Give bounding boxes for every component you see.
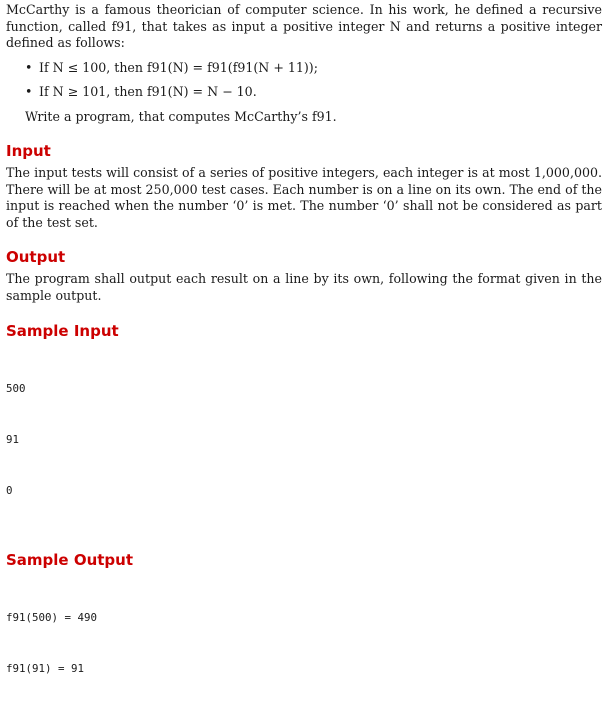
- output-description: The program shall output each result on …: [6, 271, 602, 303]
- bullet-icon: •: [25, 84, 33, 99]
- bullet-icon: •: [25, 59, 33, 75]
- sample-input-block: 500 91 0: [6, 346, 602, 533]
- sample-input-line: 0: [6, 484, 13, 497]
- sample-output-line: f91(91) = 91: [6, 662, 85, 675]
- input-description: The input tests will consist of a series…: [6, 165, 602, 230]
- sample-input-heading: Sample Input: [6, 322, 119, 340]
- sample-input-line: 500: [6, 382, 26, 395]
- rule-item: • If N ≤ 100, then f91(N) = f91(f91(N + …: [6, 60, 602, 77]
- sample-output-line: f91(500) = 490: [6, 611, 98, 624]
- sample-output-heading: Sample Output: [6, 551, 134, 569]
- sample-output-block: f91(500) = 490 f91(91) = 91: [6, 575, 602, 711]
- rule-text: If N ≥ 101, then f91(N) = N − 10.: [39, 84, 257, 99]
- output-heading: Output: [6, 248, 66, 266]
- rule-item: • If N ≥ 101, then f91(N) = N − 10.: [6, 84, 602, 101]
- rule-text: If N ≤ 100, then f91(N) = f91(f91(N + 11…: [39, 59, 318, 75]
- task-paragraph: Write a program, that computes McCarthy’…: [25, 108, 337, 124]
- rules-list: • If N ≤ 100, then f91(N) = f91(f91(N + …: [6, 60, 602, 101]
- sample-input-line: 91: [6, 433, 20, 446]
- intro-paragraph: McCarthy is a famous theorician of compu…: [6, 2, 602, 50]
- problem-statement: McCarthy is a famous theorician of compu…: [6, 2, 602, 711]
- input-heading: Input: [6, 142, 51, 160]
